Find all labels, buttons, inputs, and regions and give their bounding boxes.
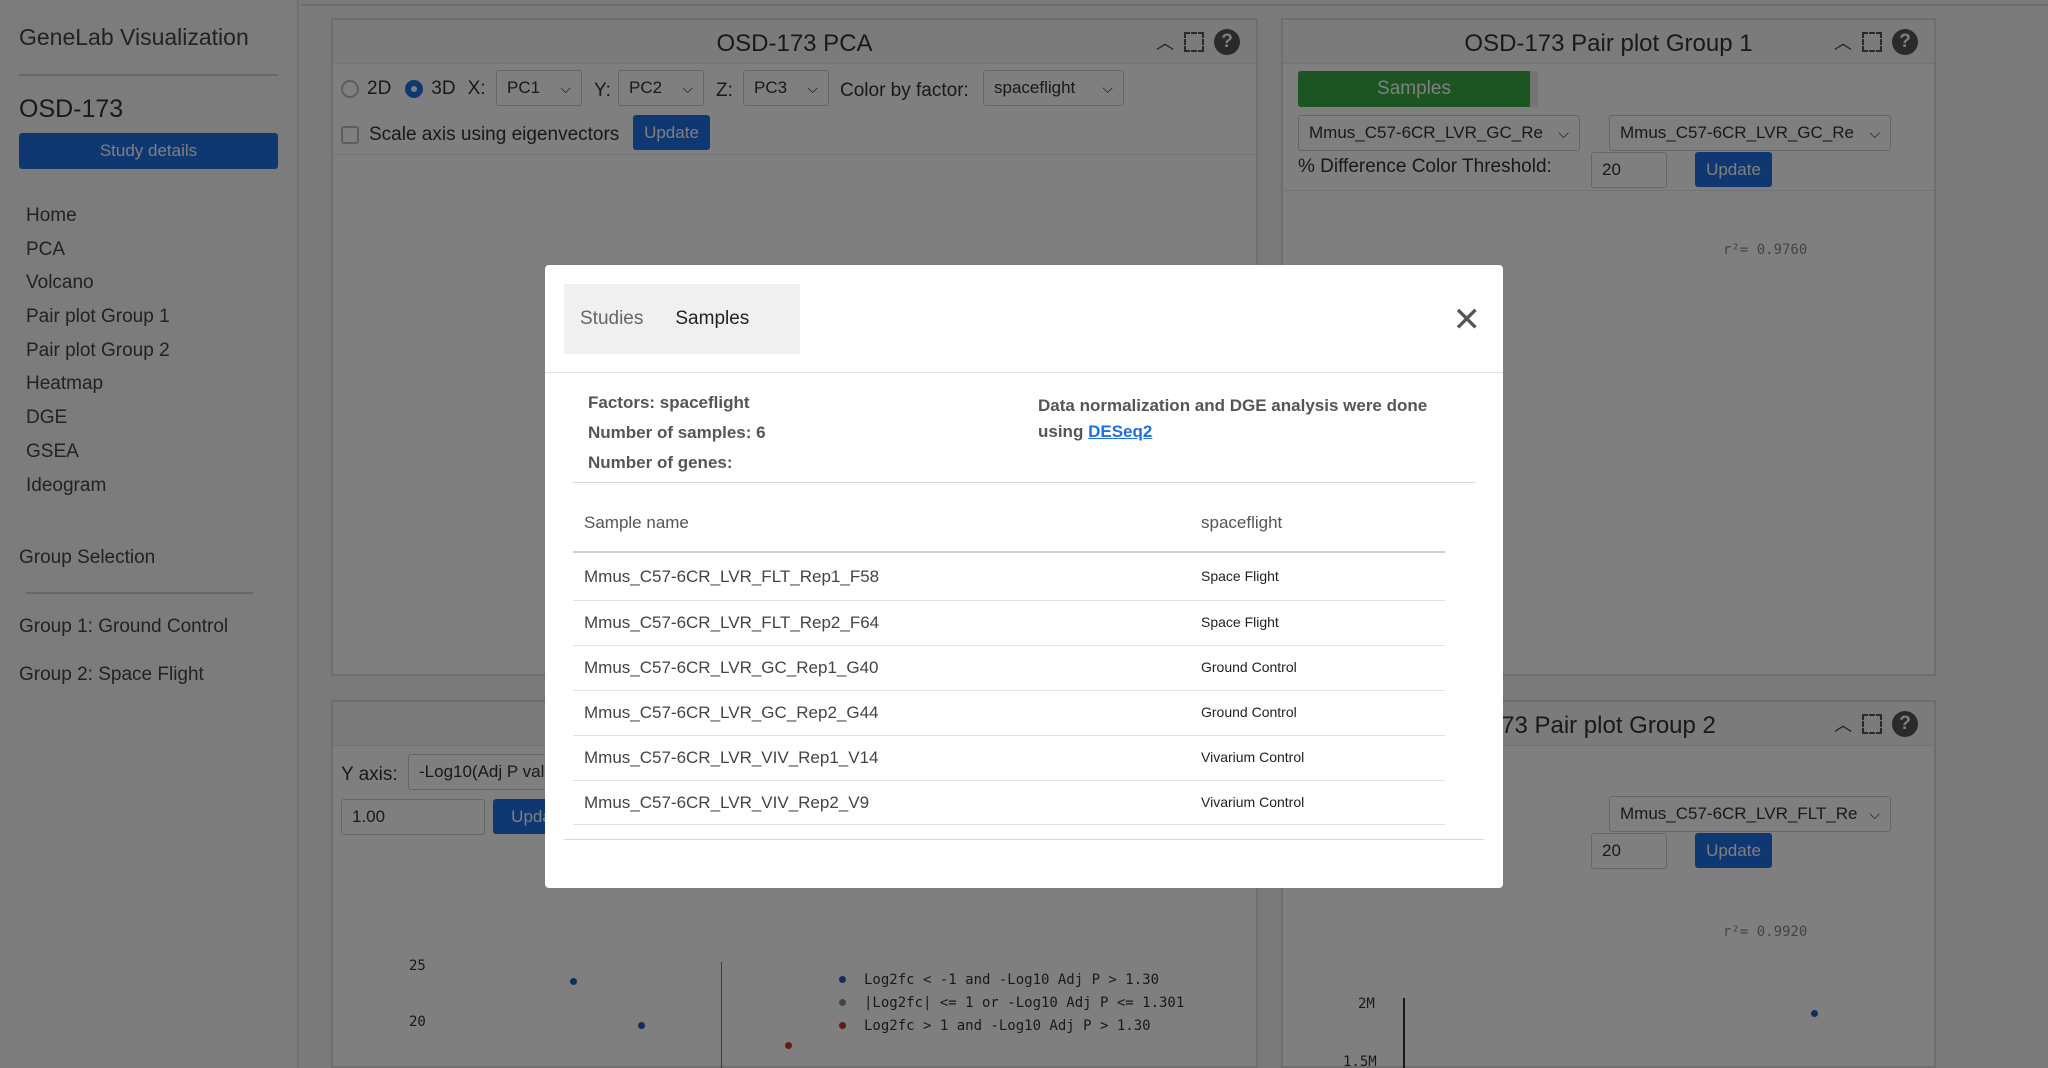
tab-studies[interactable]: Studies <box>564 308 659 330</box>
factors-text: Factors: spaceflight <box>588 393 750 412</box>
divider <box>564 839 1484 840</box>
deseq2-link[interactable]: DESeq2 <box>1088 422 1152 441</box>
study-info: Factors: spaceflight Number of samples: … <box>588 391 766 481</box>
num-samples-text: Number of samples: 6 <box>588 423 766 442</box>
sample-name: Mmus_C57-6CR_LVR_GC_Rep2_G44 <box>584 703 879 722</box>
sample-factor: Ground Control <box>1201 704 1297 720</box>
column-header-sample-name: Sample name <box>584 513 689 532</box>
sample-name: Mmus_C57-6CR_LVR_VIV_Rep1_V14 <box>584 748 879 767</box>
divider <box>545 372 1503 373</box>
num-genes-text: Number of genes: <box>588 453 733 472</box>
table-row: Mmus_C57-6CR_LVR_FLT_Rep1_F58 Space Flig… <box>573 555 1445 600</box>
sample-factor: Vivarium Control <box>1201 749 1305 765</box>
table-row: Mmus_C57-6CR_LVR_GC_Rep2_G44 Ground Cont… <box>573 690 1445 735</box>
study-details-modal: Studies Samples ✕ Factors: spaceflight N… <box>545 265 1503 888</box>
sample-name: Mmus_C57-6CR_LVR_FLT_Rep2_F64 <box>584 613 880 632</box>
samples-table: Mmus_C57-6CR_LVR_FLT_Rep1_F58 Space Flig… <box>573 555 1445 825</box>
sample-factor: Vivarium Control <box>1201 794 1305 810</box>
analysis-note: Data normalization and DGE analysis were… <box>1038 393 1458 445</box>
modal-tabs: Studies Samples <box>564 284 800 354</box>
sample-name: Mmus_C57-6CR_LVR_FLT_Rep1_F58 <box>584 567 880 586</box>
table-row: Mmus_C57-6CR_LVR_GC_Rep1_G40 Ground Cont… <box>573 645 1445 690</box>
sample-name: Mmus_C57-6CR_LVR_VIV_Rep2_V9 <box>584 793 870 812</box>
sample-factor: Space Flight <box>1201 614 1279 630</box>
table-row: Mmus_C57-6CR_LVR_VIV_Rep2_V9 Vivarium Co… <box>573 780 1445 825</box>
tab-samples[interactable]: Samples <box>659 308 765 330</box>
table-header: Sample name spaceflight <box>573 513 1445 553</box>
divider <box>573 482 1475 483</box>
close-icon[interactable]: ✕ <box>1453 303 1482 337</box>
sample-factor: Ground Control <box>1201 659 1297 675</box>
table-row: Mmus_C57-6CR_LVR_FLT_Rep2_F64 Space Flig… <box>573 600 1445 645</box>
sample-factor: Space Flight <box>1201 568 1279 584</box>
column-header-spaceflight: spaceflight <box>1201 513 1283 532</box>
sample-name: Mmus_C57-6CR_LVR_GC_Rep1_G40 <box>584 658 879 677</box>
table-row: Mmus_C57-6CR_LVR_VIV_Rep1_V14 Vivarium C… <box>573 735 1445 780</box>
